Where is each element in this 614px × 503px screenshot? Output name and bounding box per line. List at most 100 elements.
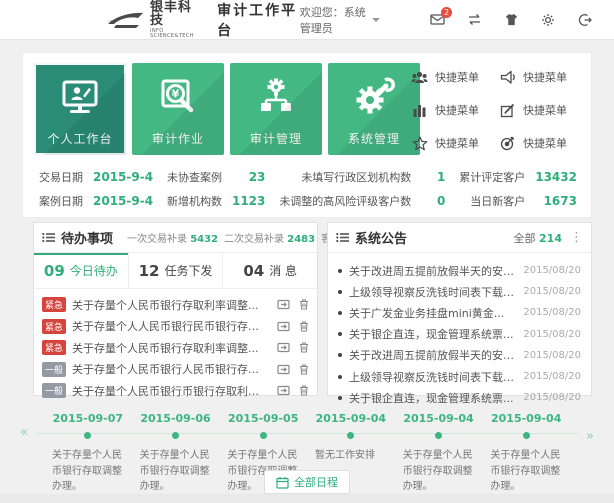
quick-menu-label: 快捷菜单	[523, 102, 567, 118]
tab-count: 04	[243, 262, 264, 280]
todo-tab[interactable]: 04 消 息	[222, 253, 317, 288]
event-text: 关于存量个人民币银行存取调整办理。	[482, 448, 570, 495]
event-dot-icon	[347, 432, 354, 439]
announcement-date: 2015/08/20	[523, 307, 581, 318]
stat-label: 当日新客户	[459, 193, 525, 209]
page-title: 审计工作平台	[217, 0, 300, 40]
announcement-row[interactable]: 关于银企直连，现金管理系统票... 2015/08/20	[338, 324, 581, 345]
trash-icon[interactable]	[299, 342, 309, 353]
todo-list: 紧急 关于存量个人民币银行存取利率调整...	[34, 289, 317, 402]
forward-icon[interactable]	[277, 342, 290, 353]
quick-menu-item[interactable]: 快捷菜单	[499, 69, 579, 85]
message-icon[interactable]: 2	[430, 13, 445, 26]
overview-card: 个人工作台 ¥ 审计作业	[22, 52, 592, 218]
stat-col-dates: 交易日期 2015-9-4 案例日期 2015-9-4	[39, 169, 153, 209]
trash-icon[interactable]	[299, 364, 309, 375]
announcement-text: 关于改进周五提前放假半天的安排通知...	[349, 263, 515, 279]
trash-icon[interactable]	[299, 299, 309, 310]
todo-row[interactable]: 紧急 关于存量个人民币银行存取利率调整...	[42, 294, 309, 316]
todo-tab[interactable]: 12 任务下发	[128, 253, 223, 288]
stat-label: 案例日期	[39, 193, 83, 209]
tab-label: 消 息	[269, 262, 297, 279]
todo-row[interactable]: 一般 关于存量个人民币银行人民币银行存取利率调整...	[42, 359, 309, 381]
todo-tab[interactable]: 09 今日待办	[34, 253, 128, 288]
all-schedule-button[interactable]: 全部日程	[264, 470, 350, 494]
logout-icon[interactable]	[577, 13, 592, 27]
announcement-row[interactable]: 关于改进周五提前放假半天的安排通知... 2015/08/20	[338, 260, 581, 281]
trash-icon[interactable]	[299, 321, 309, 332]
announcement-row[interactable]: 关于广发金业务挂盘mini黄金... 2015/08/20	[338, 302, 581, 323]
tile-system-management[interactable]: 系统管理	[328, 63, 420, 155]
announcements-list: 关于改进周五提前放假半天的安排通知... 2015/08/20 上级领导视察反洗…	[328, 253, 591, 408]
view-all-link[interactable]: 全部 214	[514, 230, 562, 246]
svg-text:¥: ¥	[172, 88, 180, 101]
forward-icon[interactable]	[277, 364, 290, 375]
bullet-icon	[338, 375, 342, 379]
star-icon	[411, 136, 428, 151]
todo-text: 关于存量个人民币银行存取利率调整...	[72, 297, 268, 313]
announcement-row[interactable]: 上级领导视察反洗钱时间表下载链接... 2015/08/20	[338, 281, 581, 302]
event-dot-icon	[172, 432, 179, 439]
stat-label: 未协查案例	[167, 169, 222, 185]
stat-value: 2015-9-4	[93, 194, 153, 208]
theme-icon[interactable]	[504, 13, 519, 26]
group-icon	[411, 70, 428, 85]
event-date: 2015-09-07	[44, 404, 132, 425]
tile-audit-operations[interactable]: ¥ 审计作业	[132, 63, 224, 155]
audit-gear-org-icon	[230, 76, 322, 120]
welcome-user-label[interactable]: 欢迎您：系统管理员	[300, 4, 366, 36]
quick-menu-item[interactable]: 快捷菜单	[499, 135, 579, 151]
tile-label: 系统管理	[328, 130, 420, 147]
priority-badge: 一般	[42, 383, 66, 398]
quick-menu-item[interactable]: 快捷菜单	[499, 102, 579, 118]
quick-menu-label: 快捷菜单	[435, 135, 479, 151]
timeline-event[interactable]: 2015-09-06 关于存量个人民币银行存取调整办理。	[132, 404, 220, 495]
quick-menu-item[interactable]: 快捷菜单	[411, 135, 491, 151]
announcement-text: 上级领导视察反洗钱时间表下载链接...	[349, 369, 515, 385]
all-schedule-label: 全部日程	[294, 474, 338, 490]
chevron-down-icon[interactable]	[372, 18, 380, 22]
stat-value: 1123	[232, 194, 265, 208]
stat-value: 0	[421, 194, 445, 208]
forward-icon[interactable]	[277, 321, 290, 332]
logo-name-cn: 银丰科技	[150, 1, 201, 27]
tile-personal-workbench[interactable]: 个人工作台	[34, 63, 126, 155]
timeline-prev-icon[interactable]: «	[20, 425, 28, 440]
tile-audit-management[interactable]: 审计管理	[230, 63, 322, 155]
swap-icon[interactable]	[467, 13, 482, 26]
stat-label: 新增机构数	[167, 193, 222, 209]
announcement-text: 关于广发金业务挂盘mini黄金...	[349, 305, 515, 321]
bullet-icon	[338, 332, 342, 336]
todo-text: 关于存量个人民币银行币银行存取利率调整...	[72, 383, 268, 399]
announcement-date: 2015/08/20	[523, 265, 581, 276]
forward-icon[interactable]	[277, 385, 290, 396]
counter-first-entry[interactable]: 一次交易补录 5432	[127, 230, 218, 245]
counter-second-entry[interactable]: 二次交易补录 2483	[224, 230, 315, 245]
timeline-next-icon[interactable]: »	[586, 429, 594, 444]
stat-col-customers: 累计评定客户 13432 当日新客户 1673	[459, 169, 577, 209]
timeline-event[interactable]: 2015-09-04 关于存量个人民币银行存取调整办理。	[482, 404, 570, 495]
quick-menu-item[interactable]: 快捷菜单	[411, 102, 491, 118]
logo-ship-icon	[106, 9, 146, 31]
stat-col-pending: 未填写行政区划机构数 1 未调整的高风险评级客户数 0	[279, 169, 445, 209]
quick-menu-item[interactable]: 快捷菜单	[411, 69, 491, 85]
settings-icon[interactable]	[541, 13, 555, 27]
tile-label: 审计作业	[132, 130, 224, 147]
todo-row[interactable]: 紧急 关于存量个人人民币银行民币银行存取利率调整...	[42, 316, 309, 338]
event-date: 2015-09-04	[395, 404, 483, 425]
announcement-row[interactable]: 关于改进周五提前放假半天的安排通知... 2015/08/20	[338, 345, 581, 366]
edit-icon	[499, 103, 516, 118]
tab-label: 今日待办	[70, 262, 118, 279]
forward-icon[interactable]	[277, 299, 290, 310]
announcement-row[interactable]: 上级领导视察反洗钱时间表下载链接... 2015/08/20	[338, 366, 581, 387]
stat-label: 交易日期	[39, 169, 83, 185]
timeline-event[interactable]: 2015-09-04 关于存量个人民币银行存取调整办理。	[395, 404, 483, 495]
todo-row[interactable]: 一般 关于存量个人民币银行币银行存取利率调整...	[42, 380, 309, 402]
timeline-event[interactable]: 2015-09-07 关于存量个人民币银行存取调整办理。	[44, 404, 132, 495]
todo-row[interactable]: 紧急 关于存量个人民币银行存取利率调整...	[42, 337, 309, 359]
tile-label: 审计管理	[230, 130, 322, 147]
trash-icon[interactable]	[299, 385, 309, 396]
logo: 银丰科技 INFO SCIENCE&TECH 审计工作平台	[106, 0, 300, 40]
todo-tabs: 09 今日待办 12 任务下发 04 消 息	[34, 253, 317, 289]
more-menu-icon[interactable]: ⋮	[570, 231, 583, 244]
